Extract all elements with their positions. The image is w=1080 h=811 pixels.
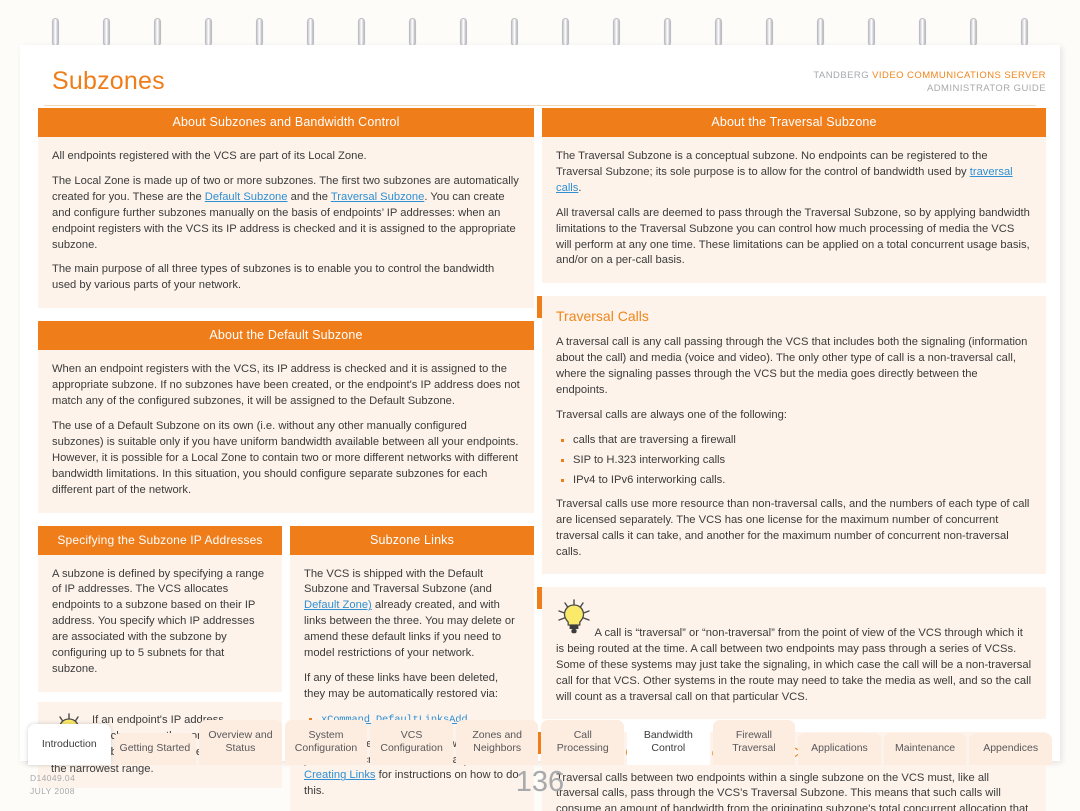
binder-ring (409, 18, 416, 46)
text-run: . (578, 181, 582, 194)
lightbulb-icon (556, 599, 595, 639)
binder-rings (0, 18, 1080, 48)
tab-applications[interactable]: Applications (798, 732, 881, 765)
tip-box-traversal-definition: A call is “traversal” or “non-traversal”… (537, 587, 1046, 719)
binder-ring (970, 18, 977, 46)
binder-ring (613, 18, 620, 46)
section-about-default-subzone: About the Default Subzone When an endpoi… (38, 321, 534, 513)
right-column: About the Traversal Subzone The Traversa… (537, 108, 1046, 811)
paragraph: Traversal calls use more resource than n… (556, 498, 1030, 559)
binder-ring (358, 18, 365, 46)
paragraph: All endpoints registered with the VCS ar… (52, 150, 367, 162)
binder-ring (664, 18, 671, 46)
tab-getting-started[interactable]: Getting Started (113, 732, 197, 765)
page-title: Subzones (52, 67, 165, 95)
text-run: and the (287, 190, 331, 203)
tab-vcs-configuration[interactable]: VCS Configuration (370, 719, 453, 765)
binder-ring (460, 18, 467, 46)
title-divider (44, 105, 1036, 106)
paragraph: All traversal calls are deemed to pass t… (556, 206, 1030, 267)
list-item: SIP to H.323 interworking calls (560, 453, 1032, 469)
tab-overview-and-status[interactable]: Overview and Status (199, 719, 282, 765)
tab-zones-and-neighbors[interactable]: Zones and Neighbors (455, 719, 539, 765)
section-body-about-default-subzone: When an endpoint registers with the VCS,… (38, 350, 534, 513)
section-heading-about-default-subzone: About the Default Subzone (38, 321, 534, 351)
paragraph: The main purpose of all three types of s… (52, 263, 495, 292)
paragraph: The Local Zone is made up of two or more… (52, 174, 520, 254)
tab-system-configuration[interactable]: System Configuration (284, 719, 368, 765)
binder-ring (766, 18, 773, 46)
paragraph: The use of a Default Subzone on its own … (52, 419, 519, 496)
text-run: The Traversal Subzone is a conceptual su… (556, 150, 988, 178)
brand-plain: TANDBERG (813, 70, 873, 81)
link-default-subzone[interactable]: Default Subzone (205, 191, 288, 203)
brand-line-primary: TANDBERG VIDEO COMMUNICATIONS SERVER (813, 70, 1046, 83)
binder-ring (256, 18, 263, 46)
tip-text: A call is “traversal” or “non-traversal”… (556, 627, 1032, 703)
traversal-call-types-list: calls that are traversing a firewall SIP… (560, 433, 1032, 489)
bottom-tab-bar: Introduction Getting Started Overview and S… (20, 713, 1060, 765)
binder-ring (205, 18, 212, 46)
brand-block: TANDBERG VIDEO COMMUNICATIONS SERVER ADM… (813, 70, 1046, 96)
section-heading-about-subzones: About Subzones and Bandwidth Control (38, 108, 534, 137)
section-heading-specifying-ip: Specifying the Subzone IP Addresses (38, 525, 282, 555)
section-about-subzones: About Subzones and Bandwidth Control All… (38, 108, 534, 309)
binder-ring (868, 18, 875, 46)
section-heading-subzone-links: Subzone Links (290, 525, 534, 555)
section-about-traversal-subzone: About the Traversal Subzone The Traversa… (542, 108, 1046, 284)
section-body-about-subzones: All endpoints registered with the VCS ar… (38, 137, 534, 309)
section-body-specifying-ip: A subzone is defined by specifying a ran… (38, 554, 282, 692)
brand-subtitle: ADMINISTRATOR GUIDE (926, 82, 1046, 94)
binder-ring (154, 18, 161, 46)
paragraph: The Traversal Subzone is a conceptual su… (556, 149, 1032, 197)
tab-maintenance[interactable]: Maintenance (883, 732, 967, 765)
list-item: calls that are traversing a firewall (560, 433, 1032, 449)
paragraph: If any of these links have been deleted,… (304, 671, 499, 700)
page-sheet: Subzones TANDBERG VIDEO COMMUNICATIONS S… (20, 45, 1060, 811)
tab-firewall-traversal[interactable]: Firewall Traversal (712, 719, 796, 765)
binder-ring (307, 18, 314, 46)
binder-ring (817, 18, 824, 46)
page-number: 136 (515, 766, 565, 798)
binder-ring (103, 18, 110, 46)
binder-ring (511, 18, 518, 46)
binder-ring (1021, 18, 1028, 46)
link-traversal-subzone[interactable]: Traversal Subzone (331, 191, 424, 203)
document-page: Subzones TANDBERG VIDEO COMMUNICATIONS S… (0, 0, 1080, 811)
tab-introduction[interactable]: Introduction (28, 723, 111, 765)
tab-appendices[interactable]: Appendices (969, 732, 1052, 765)
brand-highlight: VIDEO COMMUNICATIONS SERVER (872, 70, 1046, 81)
paragraph: When an endpoint registers with the VCS,… (52, 363, 520, 408)
paragraph: Traversal calls are always one of the fo… (556, 408, 787, 421)
list-item: IPv4 to IPv6 interworking calls. (560, 473, 1032, 489)
left-column: About Subzones and Bandwidth Control All… (38, 108, 534, 811)
tab-call-processing[interactable]: Call Processing (541, 719, 625, 765)
binder-ring (52, 18, 59, 46)
paragraph: A traversal call is any call passing thr… (556, 336, 1028, 396)
binder-ring (715, 18, 722, 46)
tab-bandwidth-control[interactable]: Bandwidth Control (627, 719, 710, 765)
paragraph: A subzone is defined by specifying a ran… (52, 567, 265, 675)
section-body-about-traversal-subzone: The Traversal Subzone is a conceptual su… (542, 137, 1046, 284)
section-heading-about-traversal-subzone: About the Traversal Subzone (542, 108, 1046, 137)
paragraph: The VCS is shipped with the Default Subz… (304, 567, 520, 662)
section-heading-traversal-calls: Traversal Calls (556, 308, 649, 325)
section-traversal-calls: Traversal Calls A traversal call is any … (537, 296, 1046, 575)
text-run: The VCS is shipped with the Default Subz… (304, 567, 492, 596)
binder-ring (562, 18, 569, 46)
binder-ring (919, 18, 926, 46)
link-default-zone[interactable]: Default Zone) (304, 599, 372, 611)
